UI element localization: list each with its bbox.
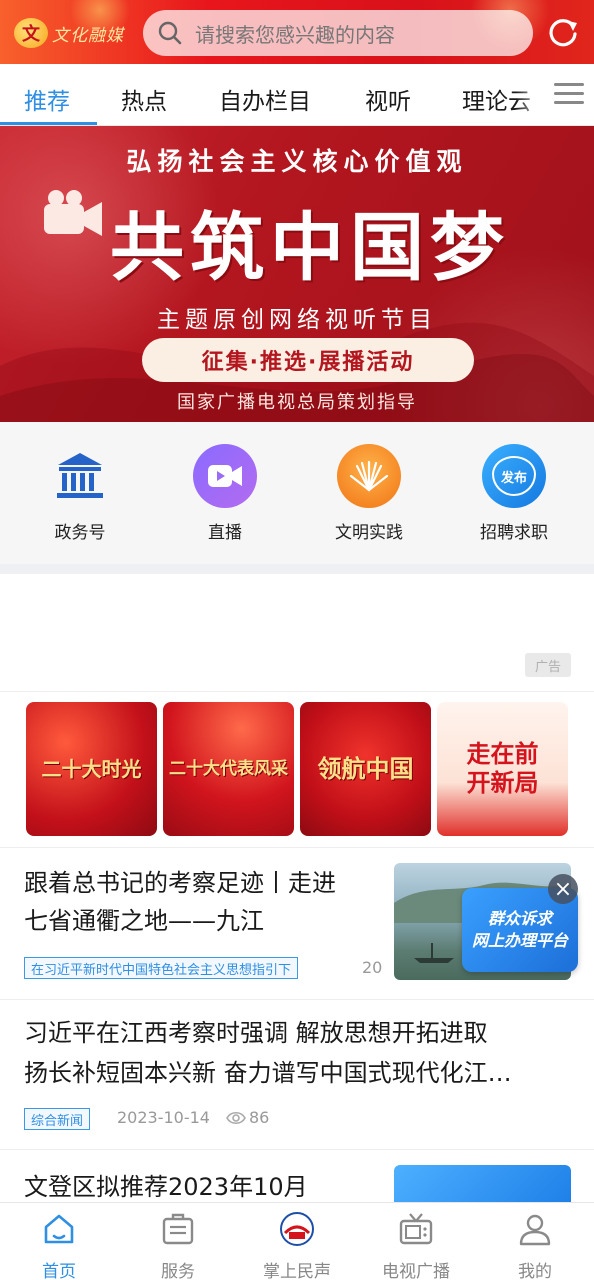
nav-home[interactable]: 首页 (0, 1211, 118, 1280)
tab-audio-video[interactable]: 视听 (365, 82, 411, 116)
nav-label: 首页 (42, 1262, 76, 1280)
profile-icon (519, 1214, 551, 1246)
news-tag: 综合新闻 (24, 1108, 91, 1130)
news-date: 20 (362, 958, 383, 977)
search-icon (158, 21, 182, 45)
search-placeholder: 请搜索您感兴趣的内容 (195, 22, 395, 47)
live-video-icon (193, 444, 257, 508)
ad-slot[interactable]: 广告 (0, 574, 594, 692)
refresh-icon[interactable] (546, 15, 580, 49)
topic-card-title: 走在前 开新局 (466, 739, 539, 797)
active-tab-indicator (0, 122, 97, 125)
hero-banner[interactable]: 弘扬社会主义核心价值观 共筑中国梦 主题原创网络视听节目 征集·推选·展播活动 … (0, 126, 594, 422)
video-camera-icon (44, 190, 102, 236)
app-logo[interactable]: 文 文化融媒 (14, 14, 124, 52)
topic-card-title: 二十大代表风采 (169, 758, 288, 779)
views-eye-icon (226, 1111, 246, 1125)
quick-entry-label: 政务号 (54, 523, 106, 543)
topic-card[interactable]: 二十大时光 (26, 702, 157, 836)
close-icon[interactable]: × (548, 874, 578, 904)
nav-profile[interactable]: 我的 (476, 1211, 594, 1280)
quick-entry-label: 文明实践 (335, 523, 403, 543)
nav-label: 服务 (161, 1262, 195, 1280)
float-line: 群众诉求 (487, 908, 552, 928)
news-title-line: 七省通衢之地——九江 (24, 907, 264, 935)
quick-entry-label: 招聘求职 (480, 523, 548, 543)
logo-text: 文化融媒 (52, 25, 124, 46)
nav-label: 电视广播 (382, 1262, 450, 1280)
publish-badge: 发布 (492, 456, 536, 496)
tab-hot[interactable]: 热点 (121, 82, 167, 116)
topic-card-title: 二十大时光 (41, 757, 142, 781)
quick-entry-grid: 政务号 直播 文明实践 发布 招聘求职 (0, 422, 594, 564)
tab-self-columns[interactable]: 自办栏目 (219, 82, 311, 116)
banner-footer: 国家广播电视总局策划指导 (177, 392, 417, 413)
channel-tabs: 推荐 热点 自办栏目 视听 理论云 (0, 64, 594, 126)
news-item[interactable]: 习近平在江西考察时强调 解放思想开拓进取 扬长补短固本兴新 奋力谱写中国式现代化… (0, 1000, 594, 1150)
service-icon (162, 1213, 194, 1245)
nav-service[interactable]: 服务 (119, 1211, 237, 1280)
recruitment-publish-icon: 发布 (482, 444, 546, 508)
bottom-navigation: 首页 服务 掌上民声 电视广播 我的 (0, 1202, 594, 1280)
news-title-line: 文登区拟推荐2023年10月 (24, 1173, 308, 1201)
logo-icon: 文 (14, 18, 48, 48)
news-item[interactable]: 文登区拟推荐2023年10月 (0, 1150, 594, 1202)
float-line: 网上办理平台 (471, 931, 568, 950)
top-header: 文 文化融媒 请搜索您感兴趣的内容 (0, 0, 594, 64)
home-icon (44, 1214, 74, 1244)
topic-card[interactable]: 二十大代表风采 (163, 702, 294, 836)
news-title-line: 扬长补短固本兴新 奋力谱写中国式现代化江… (24, 1059, 512, 1087)
nav-label: 掌上民声 (263, 1262, 331, 1280)
news-thumbnail (394, 1165, 571, 1202)
news-title-line: 习近平在江西考察时强调 解放思想开拓进取 (24, 1019, 488, 1047)
news-date: 2023-10-14 (117, 1108, 210, 1127)
banner-top-line: 弘扬社会主义核心价值观 (126, 147, 468, 176)
nav-label: 我的 (518, 1262, 552, 1280)
civilization-practice-icon (337, 444, 401, 508)
topic-card[interactable]: 走在前 开新局 (437, 702, 568, 836)
banner-subtitle: 主题原创网络视听节目 (157, 307, 437, 333)
topic-card[interactable]: 领航中国 (300, 702, 431, 836)
government-building-icon (48, 444, 112, 508)
quick-entry-civilization[interactable]: 文明实践 (309, 444, 429, 543)
banner-pill: 征集·推选·展播活动 (142, 338, 474, 382)
banner-main-title: 共筑中国梦 (110, 205, 510, 291)
quick-entry-recruitment[interactable]: 发布 招聘求职 (454, 444, 574, 543)
news-tag: 在习近平新时代中国特色社会主义思想指引下 (24, 957, 299, 979)
quick-entry-label: 直播 (208, 523, 242, 543)
quick-entry-live[interactable]: 直播 (165, 444, 285, 543)
section-divider (0, 564, 594, 574)
news-title-line: 跟着总书记的考察足迹丨走进 (24, 869, 336, 897)
tv-icon (399, 1213, 433, 1245)
channel-menu-icon[interactable] (552, 80, 586, 106)
quick-entry-government[interactable]: 政务号 (20, 444, 140, 543)
topic-card-title: 领航中国 (317, 753, 414, 783)
search-bar[interactable]: 请搜索您感兴趣的内容 (143, 10, 533, 56)
nav-people-voice[interactable]: 掌上民声 (238, 1211, 356, 1280)
nav-tv-radio[interactable]: 电视广播 (357, 1211, 475, 1280)
ad-badge: 广告 (525, 653, 571, 677)
topic-cards: 二十大时光 二十大代表风采 领航中国 走在前 开新局 (0, 692, 594, 848)
tab-recommend[interactable]: 推荐 (24, 82, 70, 116)
news-views: 86 (249, 1108, 270, 1127)
people-voice-icon (280, 1212, 314, 1246)
